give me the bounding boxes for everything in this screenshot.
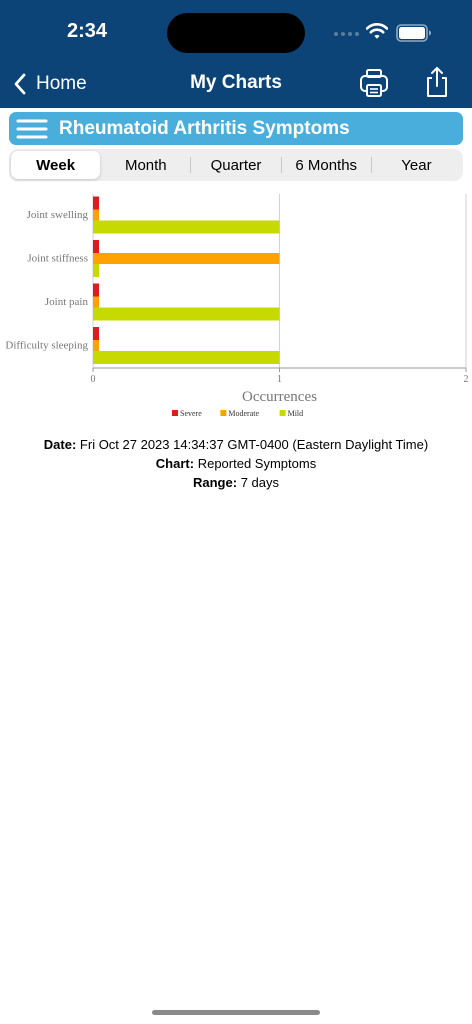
bar-severe: [93, 327, 99, 340]
print-icon[interactable]: [358, 66, 390, 100]
tab-week[interactable]: Week: [11, 151, 101, 179]
symptom-chart: 0 1 2 Joint swelling Joint stiffness Joint pa…: [0, 190, 472, 430]
tab-label: Quarter: [210, 156, 262, 174]
chevron-left-icon: [14, 73, 26, 95]
wifi-icon: [366, 23, 388, 39]
info-date-label: Date:: [43, 437, 77, 452]
legend-swatch-moderate: [220, 410, 227, 416]
info-range: Range: 7 days: [0, 475, 472, 490]
bar-chart: 0 1 2 Joint swelling Joint stiffness Joint pa…: [5, 194, 469, 418]
bar-mild: [93, 351, 280, 364]
navigation-header: 2:34 Home My Charts: [0, 0, 472, 108]
back-button[interactable]: Home: [10, 68, 87, 100]
bar-moderate: [93, 253, 280, 264]
tab-month[interactable]: Month: [101, 151, 190, 179]
info-date-value: Fri Oct 27 2023 14:34:37 GMT-0400 (Easte…: [79, 437, 429, 452]
legend-swatch-mild: [279, 410, 286, 416]
category-label: Difficulty sleeping: [5, 340, 88, 352]
time-range-selector: Week Month Quarter 6 Months Year: [9, 149, 463, 181]
tab-label: 6 Months: [295, 156, 358, 174]
info-date: Date: Fri Oct 27 2023 14:34:37 GMT-0400 …: [0, 437, 472, 452]
category-label: Joint stiffness: [27, 253, 88, 265]
bar-severe: [93, 283, 99, 297]
tab-6-months[interactable]: 6 Months: [282, 151, 371, 179]
bar-mild: [93, 307, 280, 321]
bar-severe: [93, 196, 99, 210]
tab-label: Month: [124, 156, 167, 174]
home-indicator: [152, 1010, 320, 1015]
bar-moderate: [93, 209, 99, 221]
info-range-value: 7 days: [240, 475, 279, 490]
x-tick-label: 1: [277, 374, 282, 385]
cellular-signal-icon: [334, 32, 359, 36]
section-header: Rheumatoid Arthritis Symptoms: [9, 112, 463, 145]
bar-mild: [93, 264, 99, 277]
legend-label-severe: Severe: [180, 409, 202, 418]
dynamic-island: [167, 13, 305, 53]
x-axis-title: Occurrences: [242, 389, 317, 405]
bar-moderate: [93, 296, 99, 308]
bar-mild: [93, 220, 280, 234]
battery-icon: [396, 24, 431, 42]
info-chart-label: Chart:: [155, 456, 195, 471]
bar-severe: [93, 240, 99, 253]
hamburger-menu-icon[interactable]: [15, 116, 49, 142]
category-label: Joint pain: [45, 296, 89, 308]
info-range-label: Range:: [193, 475, 238, 490]
bar-moderate: [93, 340, 99, 351]
info-chart: Chart: Reported Symptoms: [0, 456, 472, 471]
info-chart-value: Reported Symptoms: [197, 456, 317, 471]
legend-label-mild: Mild: [288, 409, 304, 418]
status-time: 2:34: [67, 20, 108, 42]
tab-quarter[interactable]: Quarter: [191, 151, 280, 179]
share-icon[interactable]: [422, 64, 452, 100]
section-title: Rheumatoid Arthritis Symptoms: [59, 117, 350, 139]
x-tick-label: 0: [91, 374, 96, 385]
back-button-label: Home: [36, 73, 87, 94]
tab-year[interactable]: Year: [372, 151, 461, 179]
tab-label: Year: [401, 156, 432, 174]
category-label: Joint swelling: [27, 209, 89, 221]
legend-label-moderate: Moderate: [228, 409, 259, 418]
tab-label: Week: [36, 156, 76, 174]
x-tick-label: 2: [464, 374, 469, 385]
legend-swatch-severe: [172, 410, 178, 416]
